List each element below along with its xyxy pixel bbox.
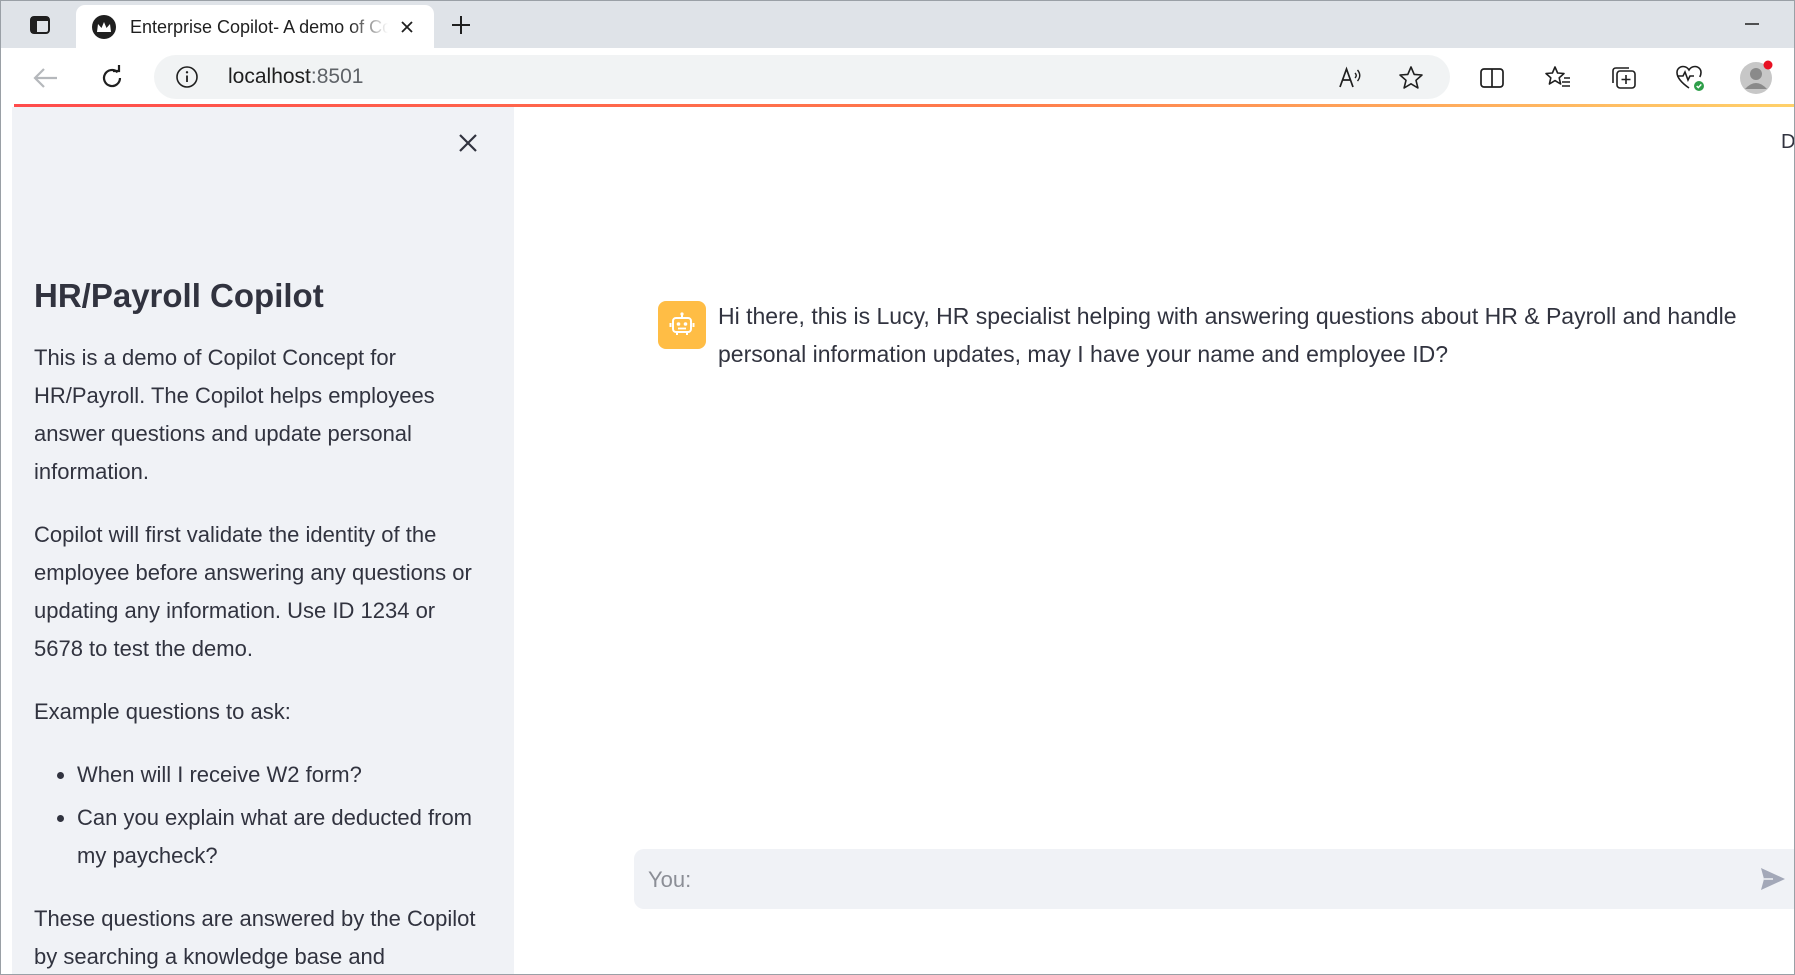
send-icon — [1761, 868, 1785, 890]
close-tab-button[interactable] — [394, 14, 420, 40]
favorite-button[interactable] — [1394, 61, 1428, 95]
window-left-edge — [0, 48, 12, 975]
refresh-button[interactable] — [92, 58, 132, 98]
browser-toolbar: localhost:8501 — [0, 48, 1795, 106]
back-button[interactable] — [26, 58, 66, 98]
browser-essentials-button[interactable] — [1670, 58, 1710, 98]
tab-actions-icon — [30, 16, 50, 34]
collections-icon — [1612, 67, 1636, 89]
example-questions-list: When will I receive W2 form? Can you exp… — [34, 756, 484, 875]
favorites-icon — [1545, 66, 1570, 87]
url-text[interactable]: localhost:8501 — [228, 65, 363, 89]
streamlit-crown-icon — [92, 15, 116, 39]
read-aloud-button[interactable] — [1334, 61, 1368, 95]
collections-button[interactable] — [1604, 58, 1644, 98]
tab-title: Enterprise Copilot- A demo of Copilot — [130, 16, 388, 37]
star-icon — [1399, 66, 1423, 89]
browser-tab-strip: Enterprise Copilot- A demo of Copilot — [0, 0, 1795, 49]
sidebar-intro: This is a demo of Copilot Concept for HR… — [34, 345, 435, 484]
favorites-button[interactable] — [1538, 58, 1578, 98]
site-info-button[interactable] — [174, 64, 200, 90]
back-arrow-icon — [33, 68, 57, 88]
assistant-avatar — [658, 301, 706, 349]
app-sidebar: HR/Payroll Copilot This is a demo of Cop… — [12, 107, 514, 975]
minimize-button[interactable] — [1735, 11, 1769, 37]
sidebar-close-button[interactable] — [452, 127, 484, 159]
split-screen-icon — [1480, 68, 1504, 88]
assistant-message: Hi there, this is Lucy, HR specialist he… — [658, 297, 1738, 373]
active-tab[interactable]: Enterprise Copilot- A demo of Copilot — [76, 5, 434, 49]
profile-button[interactable] — [1736, 58, 1776, 98]
refresh-icon — [102, 65, 122, 88]
url-host: localhost — [228, 65, 311, 88]
close-icon — [401, 21, 413, 33]
tab-actions-button[interactable] — [14, 7, 66, 43]
heart-pulse-icon — [1676, 65, 1704, 91]
deploy-button[interactable]: Deploy — [1781, 131, 1795, 154]
list-item: When will I receive W2 form? — [77, 756, 484, 794]
address-bar[interactable]: localhost:8501 — [154, 55, 1450, 99]
info-icon — [176, 66, 198, 88]
sidebar-content: HR/Payroll Copilot This is a demo of Cop… — [34, 275, 484, 975]
minimize-icon — [1745, 23, 1759, 25]
send-button[interactable] — [1755, 861, 1791, 897]
split-screen-button[interactable] — [1472, 58, 1512, 98]
sidebar-validation-note: Copilot will first validate the identity… — [34, 522, 472, 661]
robot-icon — [669, 312, 695, 335]
assistant-message-text: Hi there, this is Lucy, HR specialist he… — [718, 303, 1737, 367]
list-item: Can you explain what are deducted from m… — [77, 799, 484, 875]
avatar — [1740, 60, 1773, 94]
chat-input[interactable] — [646, 849, 1710, 911]
app-main: Deploy Hi there, this is Lucy, HR specia… — [514, 107, 1795, 975]
sidebar-footer-text: These questions are answered by the Copi… — [34, 906, 476, 969]
url-port: :8501 — [310, 65, 364, 88]
sidebar-examples-heading: Example questions to ask: — [34, 699, 291, 724]
plus-icon — [452, 16, 470, 34]
new-tab-button[interactable] — [444, 8, 478, 42]
close-icon — [459, 134, 477, 152]
chat-input-container — [634, 849, 1795, 911]
sidebar-title: HR/Payroll Copilot — [34, 277, 324, 314]
read-aloud-icon — [1339, 66, 1361, 88]
